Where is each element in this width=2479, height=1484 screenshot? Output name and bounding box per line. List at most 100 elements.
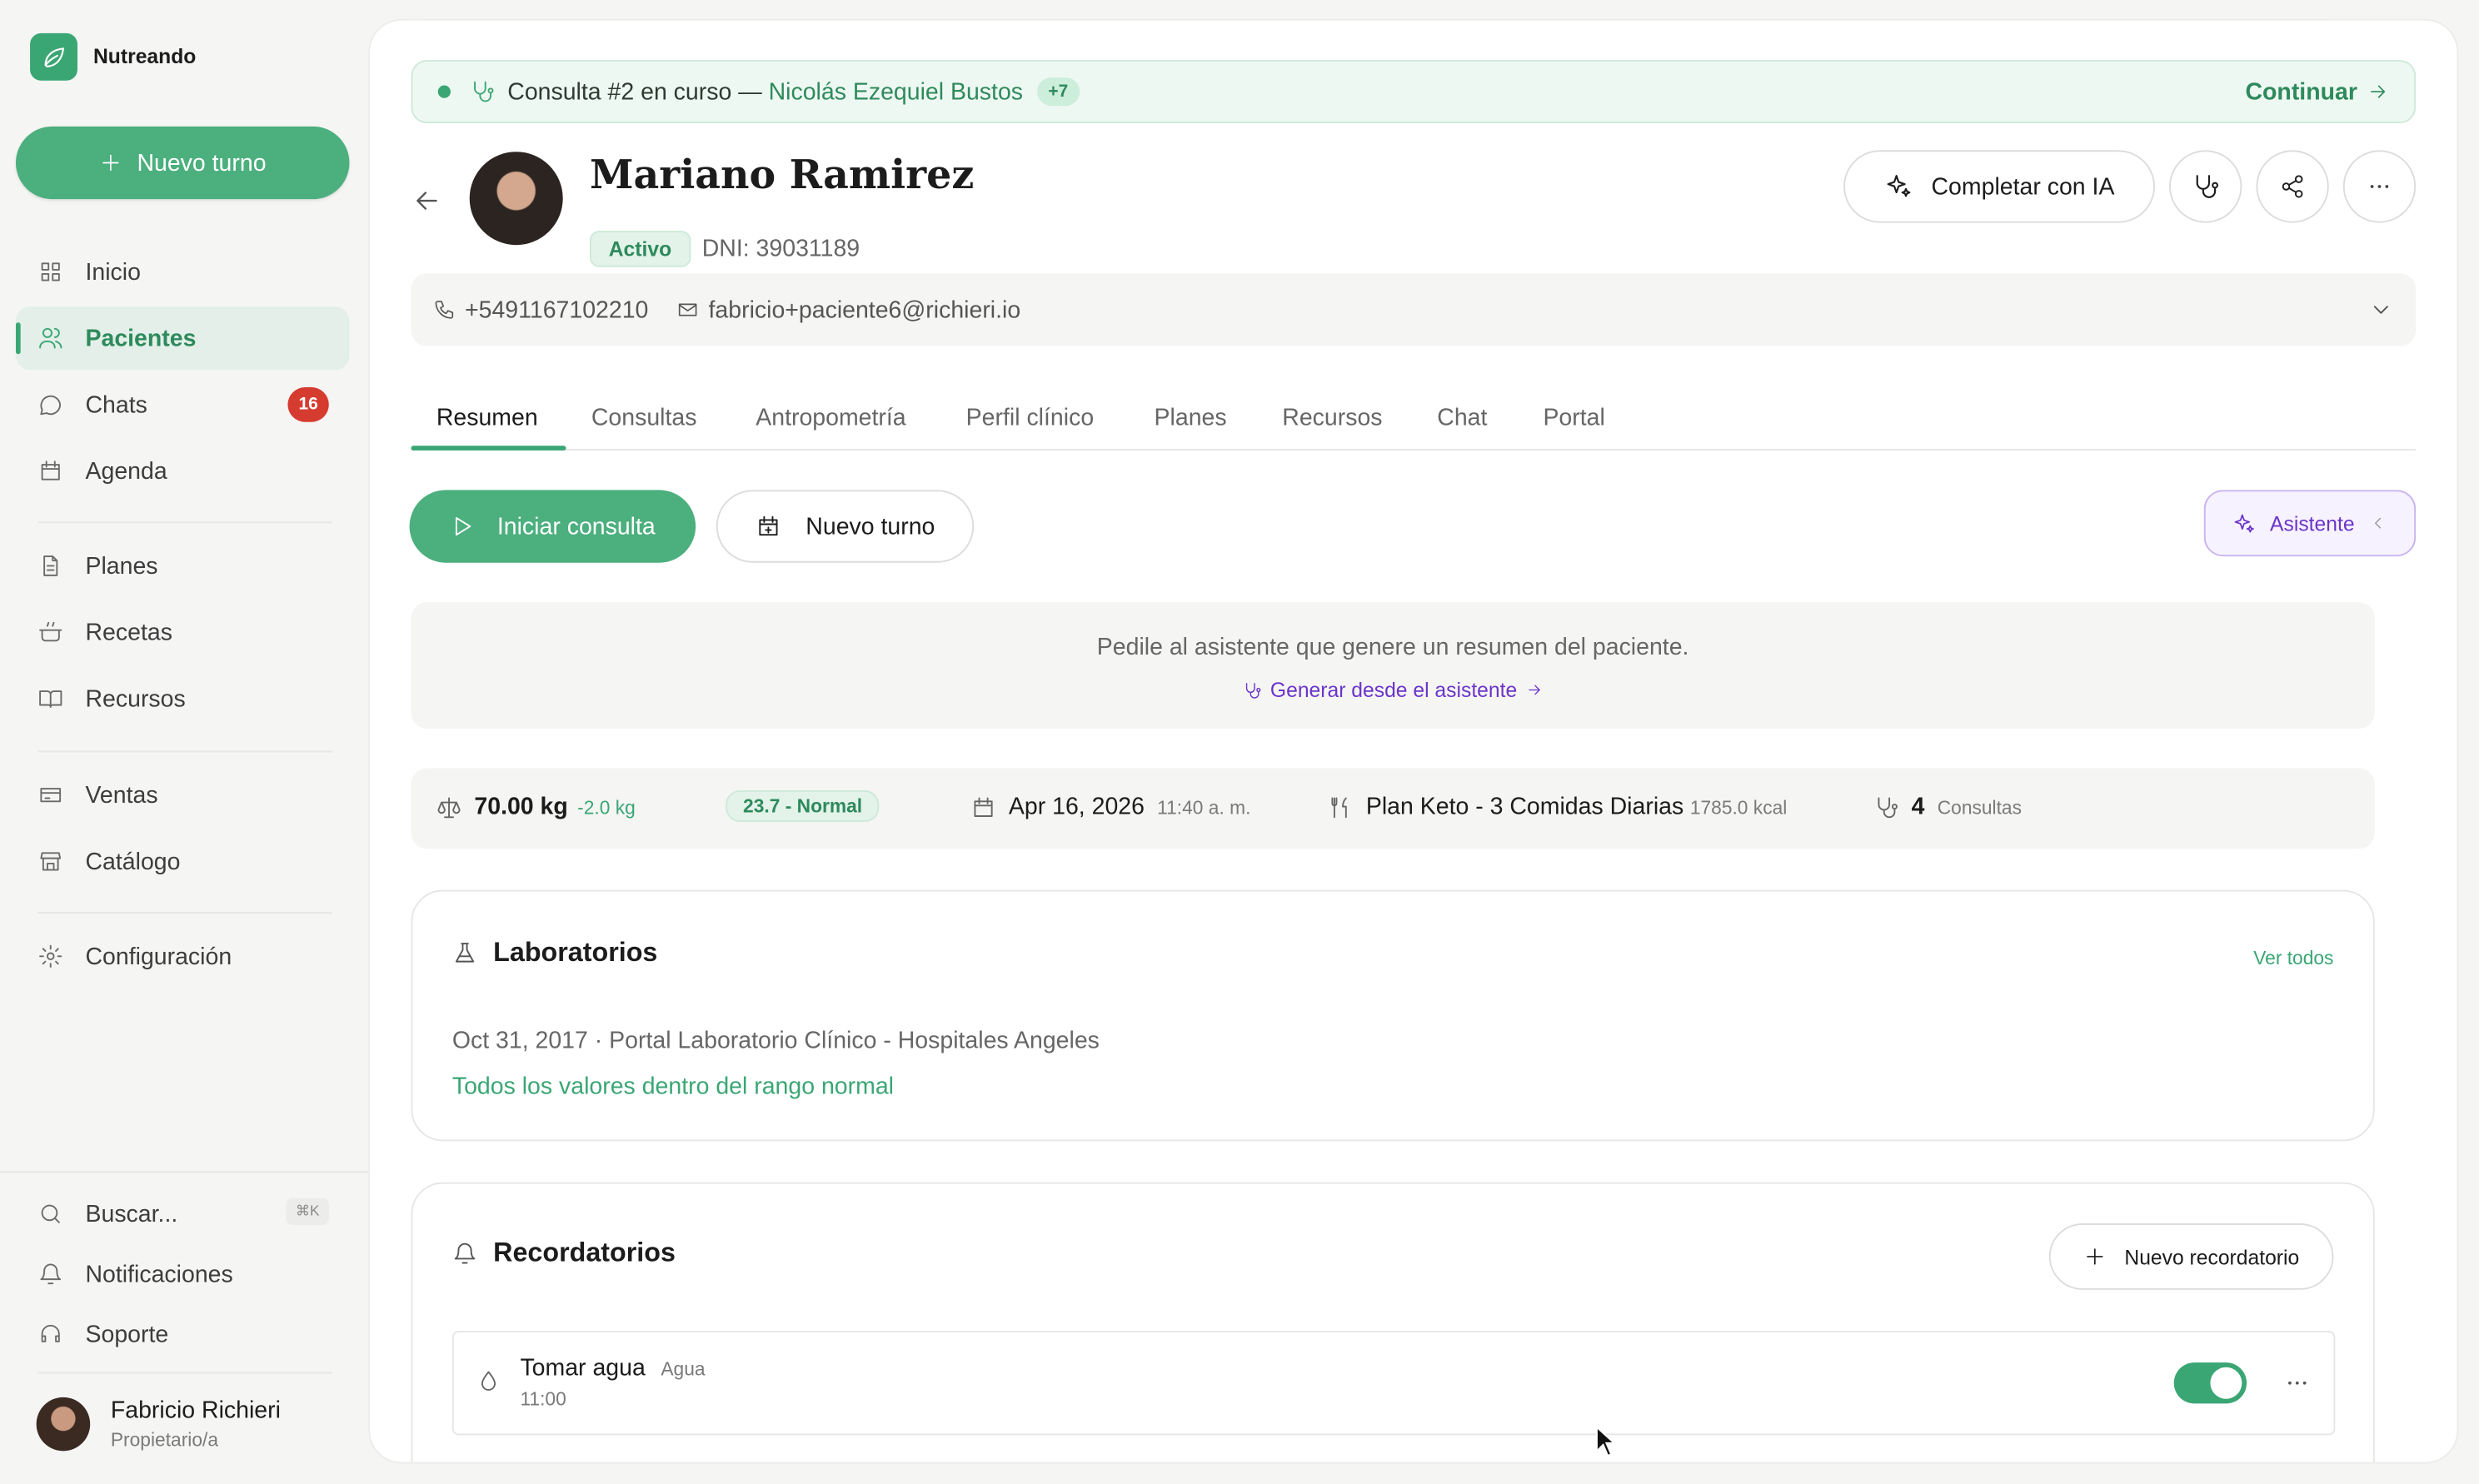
tab-perfil-clinico[interactable]: Perfil clínico xyxy=(966,405,1094,431)
arrow-right-icon xyxy=(1528,685,1539,695)
weight-delta: -2.0 kg xyxy=(577,795,636,819)
sidebar-divider xyxy=(37,521,332,524)
new-appointment-button[interactable]: Nuevo turno xyxy=(716,490,975,563)
patient-email: fabricio+paciente6@richieri.io xyxy=(708,296,1021,324)
reminders-title-row: Recordatorios xyxy=(452,1237,676,1269)
sidebar-divider xyxy=(37,1372,332,1374)
tab-portal[interactable]: Portal xyxy=(1543,405,1604,431)
sidebar-item-pacientes[interactable]: Pacientes xyxy=(15,306,350,371)
start-consult-button[interactable]: Iniciar consulta xyxy=(409,490,696,563)
notifications-label: Notificaciones xyxy=(85,1260,233,1287)
sidebar-item-agenda[interactable]: Agenda xyxy=(16,440,349,503)
complete-with-ai-button[interactable]: Completar con IA xyxy=(1843,150,2155,223)
share-button[interactable] xyxy=(2256,150,2329,223)
tab-chat[interactable]: Chat xyxy=(1437,405,1487,431)
reminder-tag: Agua xyxy=(661,1357,706,1380)
phone-contact[interactable]: +5491167102210 xyxy=(433,296,648,323)
more-horizontal-icon[interactable] xyxy=(2285,1371,2310,1396)
bmi-badge: 23.7 - Normal xyxy=(726,790,880,822)
email-contact[interactable]: fabricio+paciente6@richieri.io xyxy=(677,296,1021,324)
patient-name: Mariano Ramirez xyxy=(589,152,975,198)
labs-see-all-link[interactable]: Ver todos xyxy=(2253,947,2333,969)
bmi-stat: 23.7 - Normal xyxy=(726,790,880,822)
flask-icon xyxy=(455,943,475,963)
patient-stats-bar: 70.00 kg -2.0 kg 23.7 - Normal Apr 16, 2… xyxy=(411,768,2375,849)
chats-unread-badge: 16 xyxy=(287,387,329,422)
utensils-icon xyxy=(1331,796,1347,818)
scale-icon xyxy=(437,796,461,818)
tab-consultas[interactable]: Consultas xyxy=(591,405,697,431)
more-options-button[interactable] xyxy=(2342,150,2417,223)
assistant-summary-text: Pedile al asistente que genere un resume… xyxy=(1096,634,1689,661)
assistant-toggle-button[interactable]: Asistente xyxy=(2203,490,2417,557)
calendar-icon xyxy=(41,461,60,481)
support-button[interactable]: Soporte xyxy=(16,1302,349,1366)
stethoscope-icon xyxy=(1246,682,1262,698)
sidebar-divider xyxy=(37,912,332,914)
brand-logo[interactable] xyxy=(30,32,78,81)
tab-planes[interactable]: Planes xyxy=(1155,405,1227,431)
generate-from-assistant-link[interactable]: Generar desde el asistente xyxy=(370,678,2416,702)
assistant-label: Asistente xyxy=(2270,511,2355,535)
continue-link[interactable]: Continuar xyxy=(2245,78,2388,105)
leaf-icon xyxy=(44,47,64,67)
last-visit-time: 11:40 a. m. xyxy=(1157,795,1251,819)
new-turn-label: Nuevo turno xyxy=(137,149,267,177)
consults-stat: 4 Consultas xyxy=(1873,794,2022,820)
patient-phone: +5491167102210 xyxy=(465,296,649,324)
chat-icon xyxy=(40,395,62,416)
plus-icon xyxy=(2086,1248,2103,1265)
tab-antropometria[interactable]: Antropometría xyxy=(756,405,905,431)
start-consult-icon-button[interactable] xyxy=(2169,150,2242,223)
weight-value: 70.00 kg xyxy=(474,793,568,821)
chevron-down-icon xyxy=(2373,306,2388,314)
sidebar-item-planes[interactable]: Planes xyxy=(16,535,349,598)
sidebar-item-label: Planes xyxy=(85,552,158,580)
headset-icon xyxy=(41,1324,60,1342)
search-button[interactable]: Buscar... ⌘K xyxy=(16,1183,349,1246)
play-icon xyxy=(456,516,472,536)
arrow-left-icon xyxy=(416,192,437,210)
bell-icon xyxy=(40,1263,62,1285)
sidebar-item-ventas[interactable]: Ventas xyxy=(16,764,349,827)
notifications-button[interactable]: Notificaciones xyxy=(16,1242,349,1306)
tab-recursos[interactable]: Recursos xyxy=(1282,405,1382,431)
generate-link-label: Generar desde el asistente xyxy=(1269,678,1518,702)
reminder-item[interactable]: Tomar agua Agua 11:00 xyxy=(451,1331,2336,1436)
sidebar-item-chats[interactable]: Chats 16 xyxy=(16,373,349,436)
grid-icon xyxy=(41,262,60,281)
sidebar-item-catalogo[interactable]: Catálogo xyxy=(16,829,349,893)
share-icon xyxy=(2282,175,2303,198)
tab-resumen[interactable]: Resumen xyxy=(436,405,538,431)
labs-title-row: Laboratorios xyxy=(452,938,657,969)
sidebar-item-label: Agenda xyxy=(85,457,167,485)
phone-icon xyxy=(435,301,454,319)
sidebar-item-recetas[interactable]: Recetas xyxy=(16,600,349,664)
new-turn-button[interactable]: Nuevo turno xyxy=(15,126,350,200)
back-button[interactable] xyxy=(411,185,442,217)
lab-date: Oct 31, 2017 xyxy=(451,1027,588,1054)
new-reminder-button[interactable]: Nuevo recordatorio xyxy=(2048,1223,2334,1290)
calendar-plus-icon xyxy=(758,515,777,536)
plan-stat[interactable]: Plan Keto - 3 Comidas Diarias 1785.0 kca… xyxy=(1328,794,1787,820)
pot-icon xyxy=(39,621,62,642)
sidebar-divider xyxy=(37,750,332,753)
support-label: Soporte xyxy=(85,1320,169,1348)
user-role: Propietario/a xyxy=(110,1428,219,1452)
banner-patient: Nicolás Ezequiel Bustos xyxy=(768,77,1024,106)
lab-entry[interactable]: Oct 31, 2017 · Portal Laboratorio Clínic… xyxy=(452,1028,1100,1054)
book-icon xyxy=(39,690,62,708)
gear-icon xyxy=(39,944,62,968)
sidebar-item-recursos[interactable]: Recursos xyxy=(16,667,349,730)
sidebar-item-configuracion[interactable]: Configuración xyxy=(16,924,349,988)
user-avatar[interactable] xyxy=(36,1397,91,1452)
consults-count: 4 xyxy=(1911,793,1925,821)
search-shortcut: ⌘K xyxy=(286,1198,329,1225)
sidebar-item-label: Pacientes xyxy=(85,325,197,352)
lab-result-summary: Todos los valores dentro del rango norma… xyxy=(451,1073,894,1101)
expand-contact-button[interactable] xyxy=(2368,297,2393,322)
active-consult-banner: Consulta #2 en curso — Nicolás Ezequiel … xyxy=(411,60,2417,124)
stethoscope-icon xyxy=(2196,175,2219,198)
sidebar-item-inicio[interactable]: Inicio xyxy=(16,240,349,303)
reminder-toggle[interactable] xyxy=(2173,1362,2247,1404)
